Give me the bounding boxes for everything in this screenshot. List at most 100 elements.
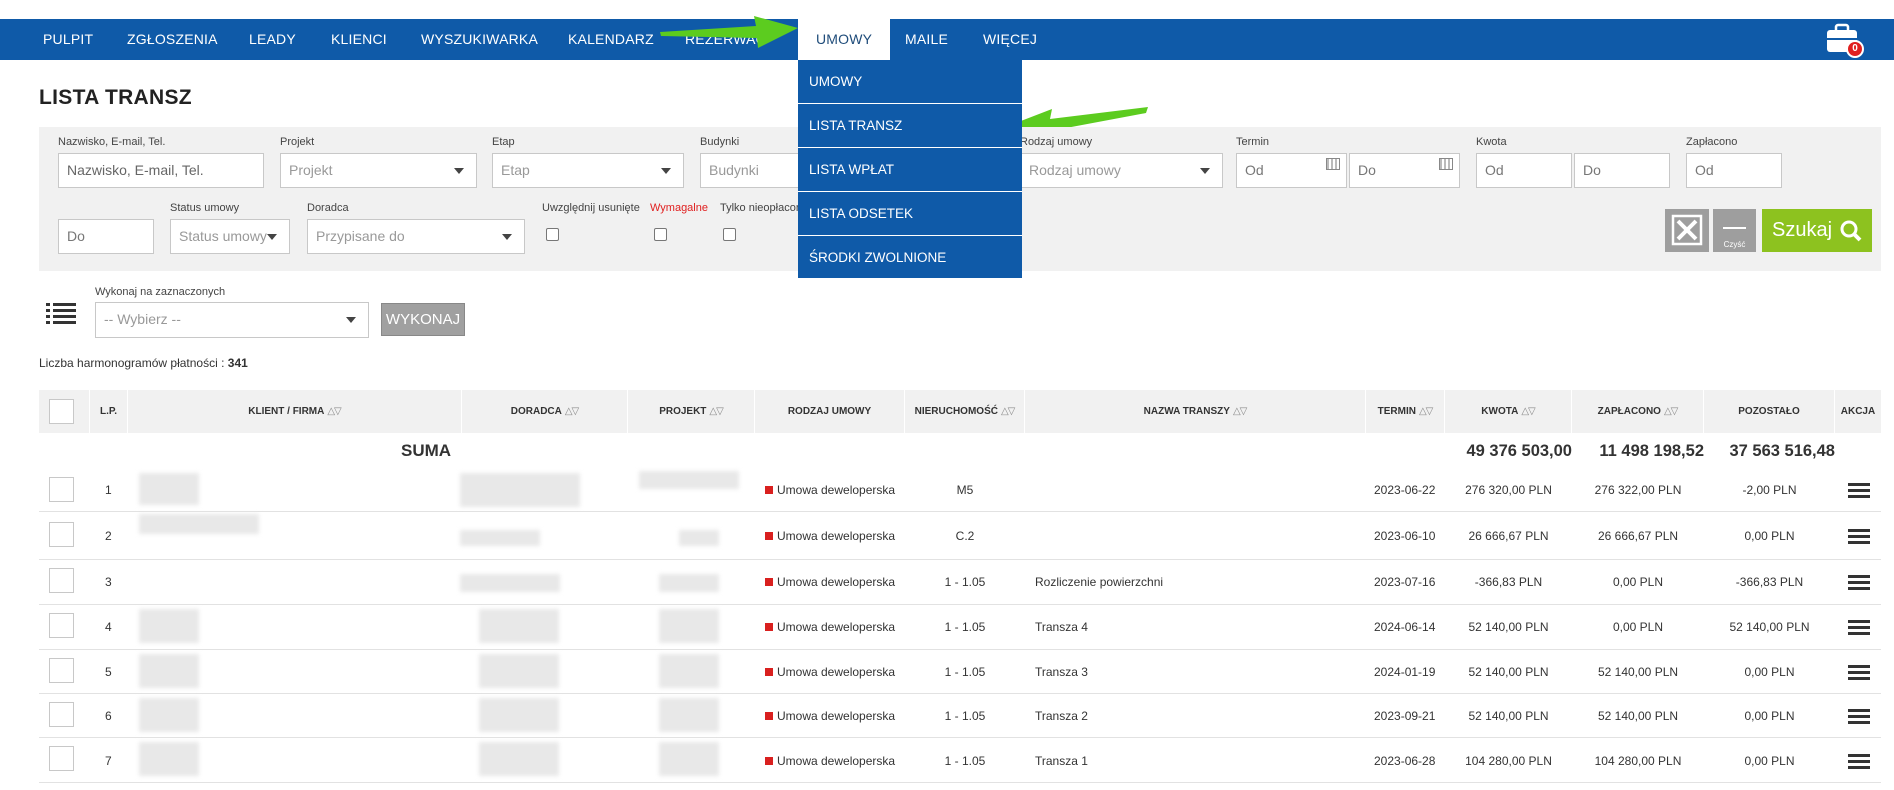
- nav-klienci[interactable]: KLIENCI: [331, 19, 387, 60]
- sort-icon[interactable]: △▽: [1001, 406, 1015, 417]
- row-action-menu-icon[interactable]: [1848, 754, 1870, 770]
- sort-icon[interactable]: △▽: [1233, 406, 1247, 417]
- col-paid[interactable]: ZAPŁACONO △▽: [1572, 390, 1704, 433]
- table-row[interactable]: 7 Umowa deweloperska 1 - 1.05 Transza 1 …: [39, 738, 1881, 783]
- nav-pulpit[interactable]: PULPIT: [43, 19, 93, 60]
- stage-select[interactable]: Etap: [492, 153, 684, 188]
- col-client[interactable]: KLIENT / FIRMA △▽: [128, 390, 462, 433]
- schedule-count: Liczba harmonogramów płatności : 341: [39, 356, 248, 370]
- status-square-icon: [765, 578, 773, 586]
- row-remaining: -366,83 PLN: [1735, 575, 1804, 589]
- redacted-client: [139, 698, 199, 732]
- nav-maile[interactable]: MAILE: [905, 19, 948, 60]
- row-contract-type-text: Umowa deweloperska: [777, 620, 896, 634]
- sort-icon[interactable]: △▽: [1419, 406, 1433, 417]
- amount-from-input[interactable]: Od: [1476, 153, 1572, 188]
- menu-item-srodki-zwolnione[interactable]: ŚRODKI ZWOLNIONE: [798, 236, 1022, 280]
- nav-wiecej[interactable]: WIĘCEJ: [983, 19, 1037, 60]
- table-row[interactable]: 6 Umowa deweloperska 1 - 1.05 Transza 2 …: [39, 694, 1881, 738]
- nav-umowy[interactable]: UMOWY: [798, 19, 891, 60]
- select-all-checkbox[interactable]: [49, 399, 74, 424]
- col-paid-label: ZAPŁACONO: [1597, 406, 1661, 417]
- row-paid: 26 666,67 PLN: [1597, 529, 1679, 543]
- menu-item-lista-odsetek[interactable]: LISTA ODSETEK: [798, 192, 1022, 236]
- calendar-icon[interactable]: [1326, 158, 1340, 170]
- bulk-action-select[interactable]: -- Wybierz --: [95, 302, 369, 338]
- table-row[interactable]: 4 Umowa deweloperska 1 - 1.05 Transza 4 …: [39, 605, 1881, 650]
- table-row[interactable]: 5 Umowa deweloperska 1 - 1.05 Transza 3 …: [39, 650, 1881, 694]
- nav-leady[interactable]: LEADY: [249, 19, 296, 60]
- redacted-client: [139, 609, 199, 643]
- row-checkbox[interactable]: [49, 522, 74, 547]
- col-action: AKCJA: [1840, 406, 1876, 417]
- row-action-menu-icon[interactable]: [1848, 665, 1870, 681]
- amount-to-input[interactable]: Do: [1574, 153, 1670, 188]
- menu-item-lista-wplat[interactable]: LISTA WPŁAT: [798, 148, 1022, 192]
- row-amount: 104 280,00 PLN: [1465, 754, 1552, 768]
- nav-wyszukiwarka[interactable]: WYSZUKIWARKA: [421, 19, 538, 60]
- search-button[interactable]: Szukaj: [1762, 209, 1872, 252]
- row-checkbox[interactable]: [49, 746, 74, 771]
- sum-amount: 49 376 503,00: [1466, 442, 1572, 460]
- nav-zgloszenia[interactable]: ZGŁOSZENIA: [127, 19, 218, 60]
- clear-button[interactable]: Czyść: [1713, 209, 1756, 252]
- include-deleted-checkbox[interactable]: [546, 228, 559, 241]
- status-select[interactable]: Status umowy: [170, 219, 290, 254]
- table-row[interactable]: 3 Umowa deweloperska 1 - 1.05 Rozliczeni…: [39, 560, 1881, 605]
- sort-icon[interactable]: △▽: [709, 406, 723, 417]
- col-advisor[interactable]: DORADCA △▽: [462, 390, 628, 433]
- calendar-icon[interactable]: [1439, 158, 1453, 170]
- cart-button[interactable]: 0: [1824, 22, 1864, 58]
- row-checkbox[interactable]: [49, 477, 74, 502]
- table-row[interactable]: 2 Umowa deweloperska C.2 2023-06-10 26 6…: [39, 512, 1881, 560]
- row-action-menu-icon[interactable]: [1848, 575, 1870, 591]
- menu-item-umowy[interactable]: UMOWY: [798, 60, 1022, 104]
- page-title: LISTA TRANSZ: [39, 86, 192, 109]
- row-action-menu-icon[interactable]: [1848, 529, 1870, 545]
- paid-from-input[interactable]: Od: [1686, 153, 1782, 188]
- sort-icon[interactable]: △▽: [1664, 406, 1678, 417]
- row-lp: 7: [105, 754, 112, 768]
- term-from-input[interactable]: Od: [1236, 153, 1347, 188]
- cart-count-badge: 0: [1846, 40, 1864, 58]
- row-checkbox[interactable]: [49, 568, 74, 593]
- row-action-menu-icon[interactable]: [1848, 620, 1870, 636]
- minus-icon: [1723, 227, 1746, 229]
- nav-kalendarz[interactable]: KALENDARZ: [568, 19, 654, 60]
- row-action-menu-icon[interactable]: [1848, 483, 1870, 499]
- contract-type-select[interactable]: Rodzaj umowy: [1020, 153, 1223, 188]
- clear-label: Czyść: [1723, 240, 1746, 249]
- paid-to-input[interactable]: Do: [58, 219, 154, 254]
- row-contract-type-text: Umowa deweloperska: [777, 709, 896, 723]
- table-row[interactable]: 1 Umowa deweloperska M5 2023-06-22 276 3…: [39, 469, 1881, 512]
- project-select[interactable]: Projekt: [280, 153, 477, 188]
- sort-icon[interactable]: △▽: [1521, 406, 1535, 417]
- sum-paid: 11 498 198,52: [1599, 442, 1704, 460]
- close-icon: [1671, 214, 1703, 246]
- col-property[interactable]: NIERUCHOMOŚĆ △▽: [905, 390, 1025, 433]
- search-input[interactable]: Nazwisko, E-mail, Tel.: [58, 153, 264, 188]
- row-checkbox[interactable]: [49, 658, 74, 683]
- col-amount[interactable]: KWOTA △▽: [1445, 390, 1572, 433]
- include-deleted-label: Uwzględnij usunięte: [542, 202, 640, 214]
- sort-icon[interactable]: △▽: [565, 406, 579, 417]
- col-project[interactable]: PROJEKT △▽: [628, 390, 755, 433]
- advisor-select[interactable]: Przypisane do: [307, 219, 525, 254]
- execute-button[interactable]: WYKONAJ: [381, 303, 465, 336]
- sort-icon[interactable]: △▽: [327, 406, 341, 417]
- unpaid-only-checkbox[interactable]: [723, 228, 736, 241]
- row-checkbox[interactable]: [49, 702, 74, 727]
- status-square-icon: [765, 532, 773, 540]
- required-checkbox[interactable]: [654, 228, 667, 241]
- term-to-input[interactable]: Do: [1349, 153, 1460, 188]
- row-term: 2023-06-28: [1374, 754, 1436, 768]
- row-checkbox[interactable]: [49, 613, 74, 638]
- col-term[interactable]: TERMIN △▽: [1366, 390, 1445, 433]
- menu-item-lista-transz[interactable]: LISTA TRANSZ: [798, 104, 1022, 148]
- row-contract-type-text: Umowa deweloperska: [777, 665, 896, 679]
- reset-filters-button[interactable]: [1665, 209, 1709, 252]
- list-view-icon[interactable]: [46, 302, 76, 326]
- col-tranche-name[interactable]: NAZWA TRANSZY △▽: [1025, 390, 1366, 433]
- row-action-menu-icon[interactable]: [1848, 709, 1870, 725]
- row-tranche: Rozliczenie powierzchni: [1035, 575, 1164, 589]
